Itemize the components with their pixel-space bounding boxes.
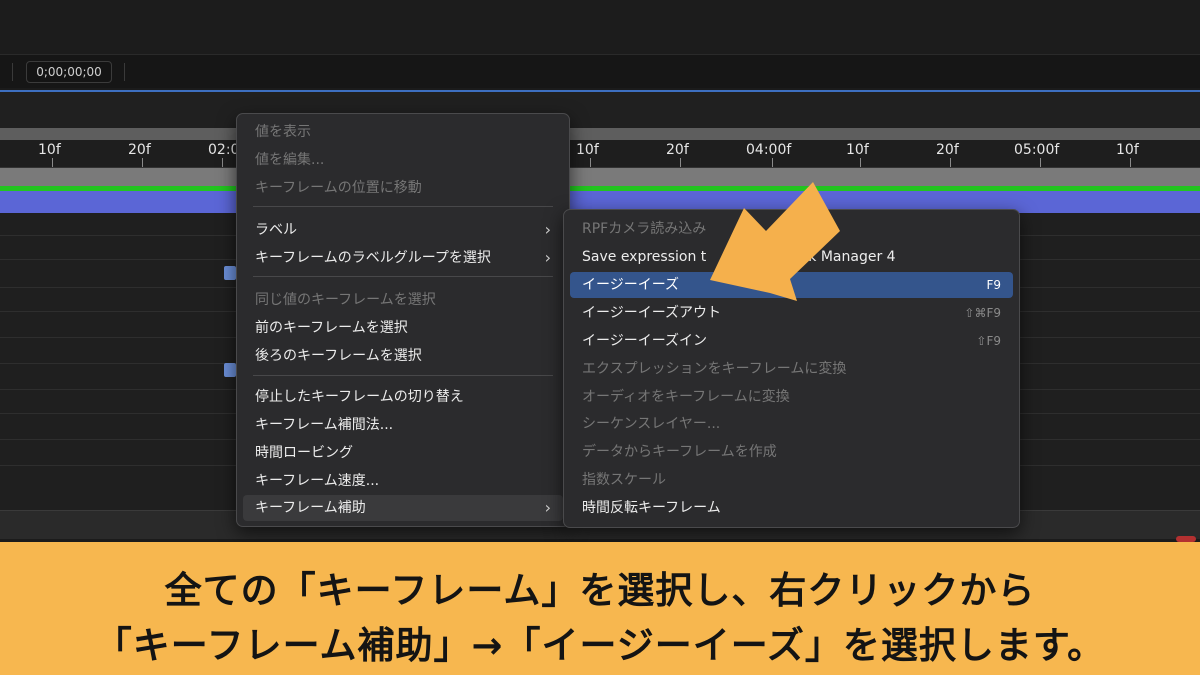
ruler-tick-label: 02:0: [208, 142, 240, 158]
keyframe-marker[interactable]: [224, 266, 236, 280]
menu-item-label-submenu[interactable]: ラベル ›: [243, 217, 563, 243]
menu-item-label: 値を編集...: [255, 152, 325, 168]
menu-item-toggle-hold-keyframe[interactable]: 停止したキーフレームの切り替え: [243, 384, 563, 410]
shortcut-label: F9: [986, 278, 1001, 292]
chevron-right-icon: ›: [544, 498, 551, 517]
menu-item-select-equal-keyframes[interactable]: 同じ値のキーフレームを選択: [243, 287, 563, 313]
menu-separator: [253, 375, 553, 376]
menu-item-label: 同じ値のキーフレームを選択: [255, 292, 436, 308]
menu-item-label: 値を表示: [255, 124, 311, 140]
menu-item-label: キーフレームの位置に移動: [255, 180, 422, 196]
caption-line-1: 全ての「キーフレーム」を選択し、右クリックから: [164, 569, 1036, 612]
menu-item-keyframe-assistant[interactable]: キーフレーム補助 ›: [243, 495, 563, 521]
menu-item-label: 時間反転キーフレーム: [582, 500, 721, 516]
menu-separator: [253, 276, 553, 277]
pointer-arrow-icon: [710, 182, 840, 301]
keyframe-marker[interactable]: [224, 363, 236, 377]
submenu-item-sequence-layers[interactable]: シーケンスレイヤー...: [570, 411, 1013, 437]
timecode-display[interactable]: 0;00;00;00: [26, 61, 112, 83]
chevron-right-icon: ›: [544, 248, 551, 267]
ruler-tick-label: 10f: [846, 142, 869, 158]
menu-item-label: 時間ロービング: [255, 445, 353, 461]
work-area-bar[interactable]: [0, 128, 1200, 140]
menu-item-select-next-keyframe[interactable]: 後ろのキーフレームを選択: [243, 343, 563, 369]
menu-item-label: シーケンスレイヤー...: [582, 416, 721, 432]
menu-item-label: 後ろのキーフレームを選択: [255, 348, 422, 364]
menu-item-edit-value[interactable]: 値を編集...: [243, 147, 563, 173]
ruler-tick-label: 20f: [936, 142, 959, 158]
menu-item-label: 停止したキーフレームの切り替え: [255, 389, 464, 405]
menu-item-label: キーフレーム補助: [255, 500, 366, 516]
menu-item-label: データからキーフレームを作成: [582, 444, 777, 460]
menu-item-label: 前のキーフレームを選択: [255, 320, 408, 336]
menu-item-select-previous-keyframe[interactable]: 前のキーフレームを選択: [243, 315, 563, 341]
menu-item-label: ラベル: [255, 222, 297, 238]
timeline-toolbar: [0, 55, 1200, 88]
menu-item-label: エクスプレッションをキーフレームに変換: [582, 361, 847, 377]
submenu-item-time-reverse-keyframes[interactable]: 時間反転キーフレーム: [570, 495, 1013, 521]
toolbar-separator: [12, 63, 13, 81]
menu-item-label: Save expression t: [582, 249, 707, 265]
submenu-item-keyframes-from-data[interactable]: データからキーフレームを作成: [570, 439, 1013, 465]
menu-item-label: イージーイーズ: [582, 277, 680, 293]
chevron-right-icon: ›: [544, 220, 551, 239]
layer-bar-gray[interactable]: [0, 168, 1200, 186]
menu-item-label: RPFカメラ読み込み: [582, 221, 707, 237]
menu-item-show-value[interactable]: 値を表示: [243, 119, 563, 145]
shortcut-label: ⇧⌘F9: [964, 306, 1001, 320]
ruler-tick-label: 05:00f: [1014, 142, 1060, 158]
menu-item-keyframe-velocity[interactable]: キーフレーム速度...: [243, 468, 563, 494]
toolbar-separator: [124, 63, 125, 81]
context-menu: 値を表示 値を編集... キーフレームの位置に移動 ラベル › キーフレームのラベ…: [236, 113, 570, 527]
caption-banner: 全ての「キーフレーム」を選択し、右クリックから 「キーフレーム補助」→「イージー…: [0, 542, 1200, 675]
submenu-item-easy-ease-in[interactable]: イージーイーズイン ⇧F9: [570, 328, 1013, 354]
menu-item-label: キーフレームのラベルグループを選択: [255, 250, 491, 266]
menu-item-rove-across-time[interactable]: 時間ロービング: [243, 440, 563, 466]
timeline-empty-zone: [0, 92, 1200, 128]
ruler-tick-label: 20f: [128, 142, 151, 158]
menu-item-select-label-group[interactable]: キーフレームのラベルグループを選択 ›: [243, 245, 563, 271]
menu-item-label: イージーイーズイン: [582, 333, 708, 349]
menu-item-go-to-keyframe[interactable]: キーフレームの位置に移動: [243, 175, 563, 201]
ruler-tick-label: 10f: [1116, 142, 1139, 158]
shortcut-label: ⇧F9: [976, 334, 1001, 348]
ruler-tick-label: 10f: [576, 142, 599, 158]
ruler-tick-label: 10f: [38, 142, 61, 158]
submenu-item-exponential-scale[interactable]: 指数スケール: [570, 467, 1013, 493]
submenu-item-convert-audio[interactable]: オーディオをキーフレームに変換: [570, 384, 1013, 410]
menu-item-label: 指数スケール: [582, 472, 666, 488]
panel-header: [0, 0, 1200, 55]
menu-item-label: キーフレーム補間法...: [255, 417, 394, 433]
menu-item-label: オーディオをキーフレームに変換: [582, 389, 790, 405]
ruler-tick-label: 20f: [666, 142, 689, 158]
time-ruler[interactable]: 10f 20f 02:0 10f 20f 04:00f 10f 20f 05:0…: [0, 140, 1200, 168]
submenu-item-convert-expression[interactable]: エクスプレッションをキーフレームに変換: [570, 356, 1013, 382]
menu-separator: [253, 206, 553, 207]
ruler-tick-label: 04:00f: [746, 142, 792, 158]
caption-line-2: 「キーフレーム補助」→「イージーイーズ」を選択します。: [94, 624, 1106, 667]
menu-item-keyframe-interpolation[interactable]: キーフレーム補間法...: [243, 412, 563, 438]
menu-item-label: キーフレーム速度...: [255, 473, 380, 489]
